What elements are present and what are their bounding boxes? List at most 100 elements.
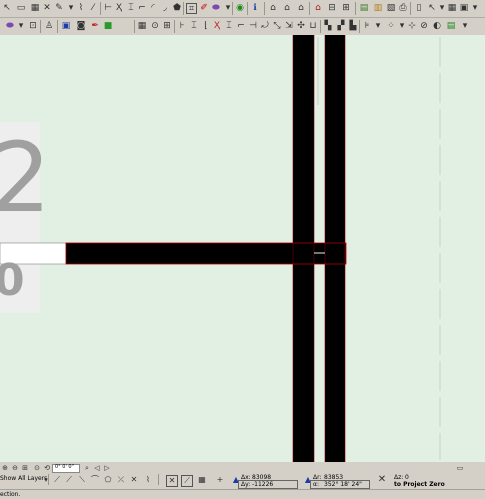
magic-wand-icon[interactable]: ✐ [199, 3, 209, 13]
project-zero[interactable]: to Project Zero [394, 481, 445, 488]
stretch-icon[interactable]: ⇲ [284, 21, 294, 31]
line-angle-icon[interactable]: ⟋ [64, 475, 74, 485]
dropdown-arrow-icon[interactable]: ▾ [66, 3, 76, 13]
zoom-tool-icon[interactable]: ⌕ [82, 463, 92, 473]
settings-icon[interactable]: ⊡ [28, 21, 38, 31]
split-icon[interactable]: Ҳ [114, 3, 124, 13]
polygon-tool-icon[interactable]: ⬠ [103, 475, 113, 485]
zoom-icon[interactable]: ⊙ [150, 21, 160, 31]
dropdown-arrow-icon[interactable]: ▾ [460, 21, 470, 31]
house-view-icon[interactable]: ⌂ [268, 3, 278, 13]
screen-icon[interactable]: ▣ [61, 21, 71, 31]
zoom-prev-icon[interactable]: ⊙ [32, 463, 42, 473]
dash-tool-icon[interactable]: ⤫ [116, 475, 126, 485]
publish-icon[interactable]: ▧ [386, 3, 396, 13]
plus-icon[interactable]: + [215, 475, 225, 485]
nav-right-icon[interactable]: ▷ [102, 463, 112, 473]
cross-tool-icon[interactable]: ✕ [129, 475, 139, 485]
palette-icon[interactable]: ◐ [432, 21, 442, 31]
explode-icon[interactable]: ✣ [296, 21, 306, 31]
align-icon[interactable]: ⊦ [177, 21, 187, 31]
wall-horizontal[interactable] [65, 242, 347, 265]
join-icon[interactable]: ⊔ [308, 21, 318, 31]
line-ortho-icon[interactable]: ⟍ [77, 475, 87, 485]
az-value[interactable]: 0 [405, 474, 409, 481]
pencil-icon[interactable]: ✎ [54, 3, 64, 13]
snap-icon[interactable]: ⌗ [186, 3, 197, 14]
house-3d-icon[interactable]: ⌂ [282, 3, 292, 13]
nav-icon[interactable]: ◁ [92, 463, 102, 473]
dropdown-arrow-icon[interactable]: ▾ [373, 21, 383, 31]
scale-icon[interactable]: ⤡ [272, 21, 282, 31]
shape-icon[interactable]: ⬟ [172, 3, 182, 13]
render-icon[interactable]: ◉ [235, 3, 245, 13]
trim-icon[interactable]: ⌶ [126, 3, 136, 13]
section-icon[interactable]: ⊟ [327, 3, 337, 13]
snap-points-icon[interactable]: ⁘ [386, 21, 396, 31]
rotate-view-icon[interactable]: ⟲ [42, 463, 52, 473]
group-icon[interactable]: ▙ [348, 21, 358, 31]
table-icon[interactable]: ▦ [30, 3, 40, 13]
distribute-icon[interactable]: ⌶ [189, 21, 199, 31]
zoom-fit-icon[interactable]: ⊞ [20, 463, 30, 473]
elevation-icon[interactable]: ⌂ [313, 3, 323, 13]
table-icon[interactable]: ▦ [197, 475, 207, 485]
marker-icon[interactable]: ♙ [44, 21, 54, 31]
arrow-tool-icon[interactable]: ↖ [2, 3, 12, 13]
zoom-in-icon[interactable]: ⊕ [0, 463, 10, 473]
wall-tool-icon[interactable]: ⊢ [103, 3, 113, 13]
layer-icon[interactable]: ▤ [359, 3, 369, 13]
dropdown-arrow-icon[interactable]: ▾ [397, 21, 407, 31]
aa-field[interactable] [310, 480, 370, 489]
grid-icon[interactable]: ▦ [137, 21, 147, 31]
layer-set-icon[interactable]: ▥ [373, 3, 383, 13]
trim-icon[interactable]: ⌶ [224, 21, 234, 31]
arc-tool-icon[interactable]: ⌒ [90, 475, 100, 485]
fillet-icon[interactable]: ◜ [148, 3, 158, 13]
dropdown-arrow-icon[interactable]: ▾ [16, 21, 26, 31]
detail-icon[interactable]: ⊞ [341, 3, 351, 13]
cursor-icon[interactable]: ↖ [427, 3, 437, 13]
print-icon[interactable]: ⎙ [398, 3, 408, 13]
zoom-fit-icon[interactable]: ⊞ [162, 21, 172, 31]
send-back-icon[interactable]: ▞ [336, 21, 346, 31]
wall-join-icon[interactable]: Ҳ [212, 21, 222, 31]
align-left-icon[interactable]: ⊧ [362, 21, 372, 31]
table-icon[interactable]: ▦ [447, 3, 457, 13]
eyedropper-icon[interactable]: ⁄ [88, 3, 98, 13]
report-icon[interactable]: ▤ [446, 21, 456, 31]
arrange-icon[interactable]: ⌊ [201, 21, 211, 31]
line-tool-icon[interactable]: ⟋ [52, 475, 62, 485]
dropdown-arrow-icon[interactable]: ▾ [470, 3, 480, 13]
cancel-icon[interactable]: ✕ [166, 475, 178, 487]
window-icon[interactable]: ▭ [455, 463, 465, 473]
close-icon[interactable]: ✕ [42, 3, 52, 13]
offset-icon[interactable]: ◞ [160, 3, 170, 13]
brush-icon[interactable]: ⌇ [76, 3, 86, 13]
pen-icon[interactable]: ✒ [90, 21, 100, 31]
constraint-icon[interactable]: ⊹ [407, 21, 417, 31]
eraser-icon[interactable]: ⬬ [211, 3, 221, 13]
rotate-icon[interactable]: ⤾ [260, 21, 270, 31]
ay-field[interactable] [238, 480, 298, 489]
drawing-canvas[interactable]: 2 0 [0, 35, 485, 462]
marquee-tool-icon[interactable]: ▭ [16, 3, 26, 13]
book-icon[interactable]: ▯ [414, 3, 424, 13]
mirror-icon[interactable]: ⊣ [248, 21, 258, 31]
dropdown-arrow-icon[interactable]: ▾ [437, 3, 447, 13]
diagonal-icon[interactable]: ⟋ [181, 475, 193, 487]
corner-icon[interactable]: ⌐ [137, 3, 147, 13]
chevron-down-icon[interactable]: ▾ [41, 475, 51, 485]
extend-icon[interactable]: ⌐ [236, 21, 246, 31]
perspective-icon[interactable]: ⌂ [296, 3, 306, 13]
camera-icon[interactable]: ◙ [76, 21, 86, 31]
lock-icon[interactable]: ⊘ [419, 21, 429, 31]
color-picker-icon[interactable]: ■ [103, 21, 113, 31]
zoom-out-icon[interactable]: ⊖ [10, 463, 20, 473]
eraser-icon[interactable]: ⬬ [5, 21, 15, 31]
floor-plan-drawing[interactable] [0, 35, 485, 462]
info-icon[interactable]: ℹ [250, 3, 260, 13]
bring-front-icon[interactable]: ▚ [323, 21, 333, 31]
save-icon[interactable]: ▣ [459, 3, 469, 13]
spline-tool-icon[interactable]: ⌇ [143, 475, 153, 485]
